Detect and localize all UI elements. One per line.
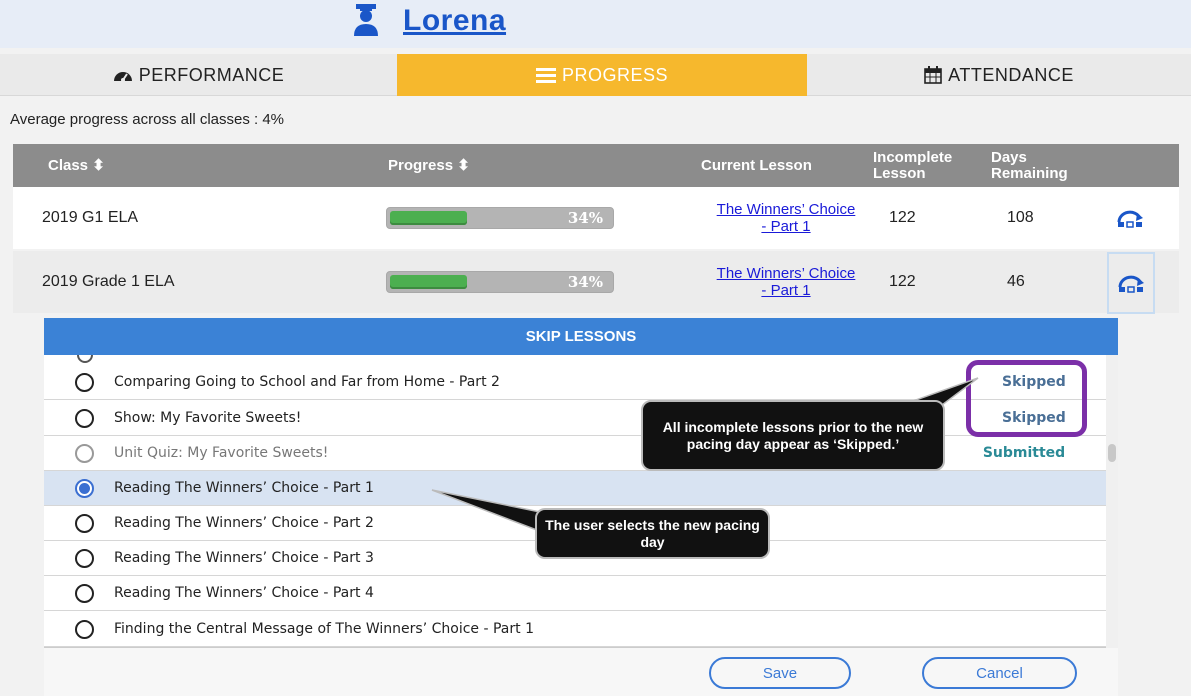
skip-lessons-title: SKIP LESSONS <box>44 318 1118 355</box>
tab-attendance-label: ATTENDANCE <box>948 64 1074 85</box>
radio-button[interactable] <box>75 373 94 392</box>
incomplete-lesson-count: 122 <box>889 273 916 290</box>
days-remaining: 108 <box>1007 209 1034 226</box>
lesson-label: Reading The Winners’ Choice - Part 1 <box>114 480 374 496</box>
dashboard-icon <box>113 72 132 82</box>
scrollbar-thumb[interactable] <box>1108 444 1116 462</box>
radio-button[interactable] <box>75 620 94 639</box>
list-item[interactable]: Reading The Winners’ Choice - Part 1 <box>44 471 1106 506</box>
skip-lessons-panel: SKIP LESSONS Comparing Going to School a… <box>44 318 1118 696</box>
lesson-label: Reading The Winners’ Choice - Part 2 <box>114 515 374 531</box>
calendar-icon <box>924 66 942 84</box>
list-scrollbar[interactable] <box>1106 355 1118 648</box>
student-name-link[interactable]: Lorena <box>403 4 506 38</box>
lesson-label: Unit Quiz: My Favorite Sweets! <box>114 445 329 461</box>
column-header-current-lesson: Current Lesson <box>701 156 812 174</box>
lesson-label: Reading The Winners’ Choice - Part 3 <box>114 550 374 566</box>
skip-icon <box>1117 210 1143 228</box>
skipped-highlight <box>966 360 1087 437</box>
select-callout: The user selects the new pacing day <box>535 508 770 559</box>
radio-button <box>75 444 94 463</box>
average-progress-text: Average progress across all classes : 4% <box>10 111 285 128</box>
table-row: 2019 G1 ELA 34% The Winners’ Choice - Pa… <box>13 187 1179 249</box>
tab-performance-label: PERFORMANCE <box>138 64 285 85</box>
radio-button[interactable] <box>75 409 94 428</box>
tab-bar: PERFORMANCE PROGRESS ATTENDANCE <box>0 54 1191 96</box>
current-lesson-link[interactable]: The Winners’ Choice - Part 1 <box>716 251 856 313</box>
tab-progress-label: PROGRESS <box>561 64 669 85</box>
save-button[interactable]: Save <box>709 657 851 689</box>
list-item[interactable]: Reading The Winners’ Choice - Part 4 <box>44 576 1106 611</box>
progress-percent: 34% <box>567 273 603 291</box>
lesson-label: Comparing Going to School and Far from H… <box>114 374 500 390</box>
skip-lessons-button[interactable] <box>1107 252 1155 314</box>
skipped-callout: All incomplete lessons prior to the new … <box>641 400 945 471</box>
radio-button[interactable] <box>75 584 94 603</box>
list-item[interactable]: Finding the Central Message of The Winne… <box>44 612 1106 647</box>
incomplete-lesson-count: 122 <box>889 209 916 226</box>
column-header-days-remaining: Days Remaining <box>991 148 1068 182</box>
radio-button[interactable] <box>75 514 94 533</box>
progress-bar-fill <box>390 275 467 289</box>
lesson-label: Reading The Winners’ Choice - Part 4 <box>114 585 374 601</box>
list-item: Unit Quiz: My Favorite Sweets! Submitted <box>44 436 1106 471</box>
progress-bar: 34% <box>386 187 614 249</box>
radio-button[interactable] <box>75 549 94 568</box>
skip-lessons-button[interactable] <box>1105 187 1155 249</box>
tab-attendance[interactable]: ATTENDANCE <box>807 54 1191 96</box>
tab-performance[interactable]: PERFORMANCE <box>0 54 397 96</box>
tab-progress[interactable]: PROGRESS <box>397 54 807 96</box>
column-header-class[interactable]: Class ⬍ <box>48 144 105 187</box>
days-remaining: 46 <box>1007 273 1025 290</box>
column-header-incomplete-lesson: Incomplete Lesson <box>873 148 953 182</box>
skip-icon <box>1118 275 1144 293</box>
radio-button[interactable] <box>77 355 93 363</box>
lesson-status: Submitted <box>982 445 1066 461</box>
progress-bar: 34% <box>386 251 614 313</box>
radio-button[interactable] <box>75 479 94 498</box>
progress-table-header: Class ⬍ Progress ⬍ Current Lesson Incomp… <box>13 144 1179 187</box>
cancel-button[interactable]: Cancel <box>922 657 1077 689</box>
column-header-progress[interactable]: Progress ⬍ <box>388 144 470 187</box>
list-icon <box>535 67 556 83</box>
lesson-label: Finding the Central Message of The Winne… <box>114 621 534 637</box>
class-name: 2019 G1 ELA <box>42 209 139 226</box>
student-icon <box>354 4 378 36</box>
progress-percent: 34% <box>567 209 603 227</box>
current-lesson-link[interactable]: The Winners’ Choice - Part 1 <box>716 187 856 249</box>
student-header: Lorena <box>0 0 1191 48</box>
table-row: 2019 Grade 1 ELA 34% The Winners’ Choice… <box>13 251 1179 314</box>
class-name: 2019 Grade 1 ELA <box>42 273 175 290</box>
progress-bar-fill <box>390 211 467 225</box>
lesson-label: Show: My Favorite Sweets! <box>114 410 302 426</box>
